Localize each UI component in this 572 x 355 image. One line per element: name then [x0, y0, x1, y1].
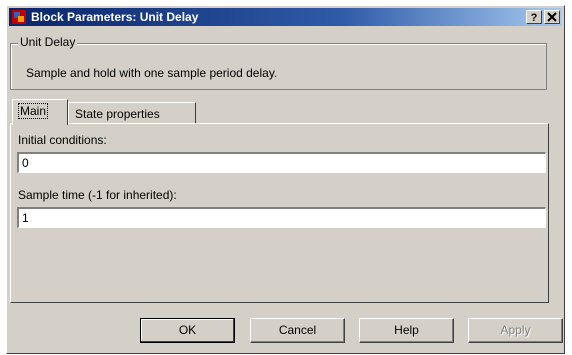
- apply-button[interactable]: Apply: [468, 318, 563, 343]
- initial-conditions-field[interactable]: 0: [17, 152, 546, 173]
- ok-button[interactable]: OK: [140, 318, 235, 343]
- context-help-button[interactable]: ?: [526, 10, 542, 24]
- tab-state-properties-label: State properties: [75, 107, 160, 121]
- cancel-button[interactable]: Cancel: [250, 318, 345, 343]
- window-title: Block Parameters: Unit Delay: [31, 10, 199, 24]
- simulink-block-icon: [12, 10, 26, 24]
- block-description: Sample and hold with one sample period d…: [26, 66, 278, 80]
- initial-conditions-label: Initial conditions:: [18, 133, 107, 147]
- sample-time-field[interactable]: 1: [17, 207, 546, 228]
- close-button[interactable]: [544, 10, 560, 24]
- tab-state-properties[interactable]: State properties: [68, 102, 196, 124]
- title-bar[interactable]: Block Parameters: Unit Delay ?: [9, 8, 562, 26]
- block-type-title: Unit Delay: [18, 35, 78, 49]
- sample-time-label: Sample time (-1 for inherited):: [18, 188, 177, 202]
- close-icon: [547, 12, 557, 22]
- tab-main-label: Main: [17, 103, 49, 119]
- tab-main[interactable]: Main: [12, 99, 68, 125]
- help-button[interactable]: Help: [359, 318, 454, 343]
